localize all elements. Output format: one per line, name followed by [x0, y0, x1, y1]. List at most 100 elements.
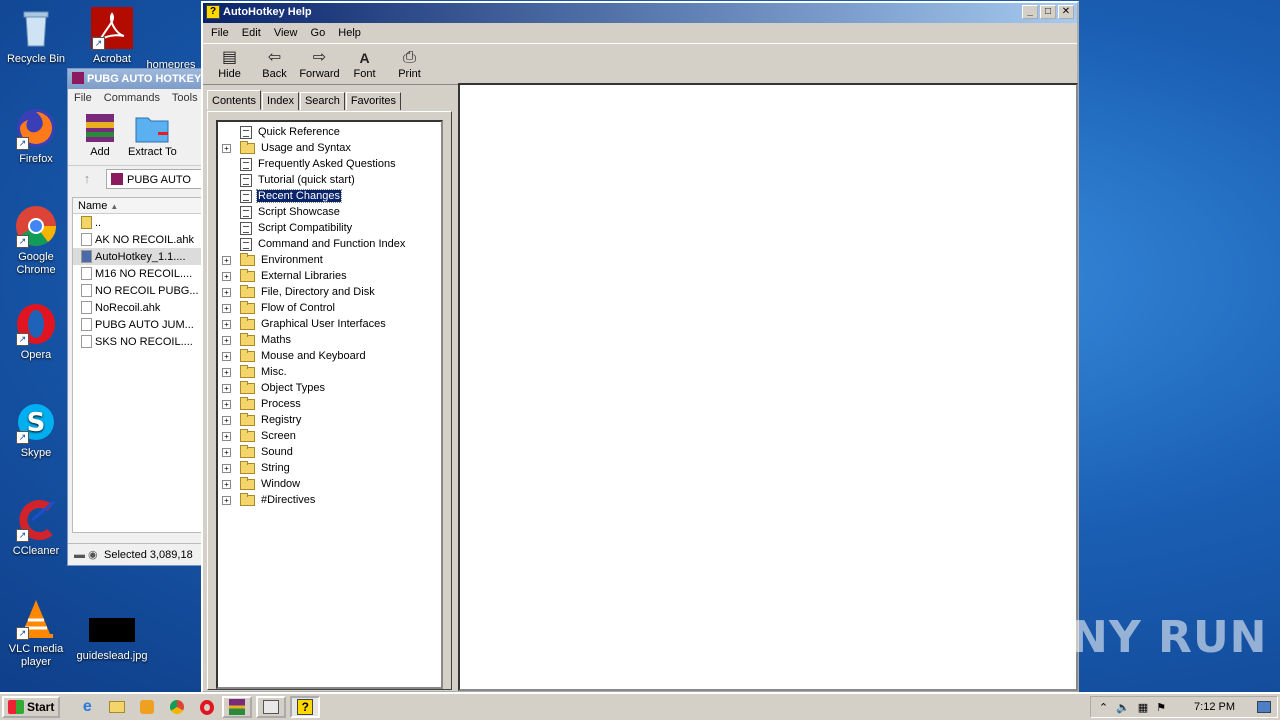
- tree-item[interactable]: + Flow of Control: [218, 300, 441, 316]
- file-row[interactable]: M16 NO RECOIL....: [73, 265, 201, 282]
- tab-index[interactable]: Index: [262, 92, 299, 110]
- up-arrow-icon[interactable]: ↑: [74, 171, 100, 186]
- opera-taskbar-icon[interactable]: [196, 696, 218, 718]
- file-row[interactable]: NO RECOIL PUBG...: [73, 282, 201, 299]
- autohotkey-help-window[interactable]: ? AutoHotkey Help _ □ ✕ File Edit View G…: [201, 1, 1079, 693]
- tree-item[interactable]: + #Directives: [218, 492, 441, 508]
- file-row[interactable]: ..: [73, 214, 201, 231]
- show-desktop-icon[interactable]: [1257, 701, 1271, 713]
- expand-plus-icon[interactable]: +: [222, 319, 231, 329]
- tree-item[interactable]: + Misc.: [218, 364, 441, 380]
- desktop-icon-opera[interactable]: ↗ Opera: [0, 302, 72, 362]
- expand-plus-icon[interactable]: +: [222, 143, 231, 153]
- winrar-menu-file[interactable]: File: [74, 92, 92, 104]
- tree-item[interactable]: + Mouse and Keyboard: [218, 348, 441, 364]
- contents-tree[interactable]: Quick Reference + Usage and Syntax Frequent…: [216, 120, 443, 689]
- tree-item[interactable]: + Window: [218, 476, 441, 492]
- menu-go[interactable]: Go: [311, 27, 326, 39]
- desktop-icon-recycle-bin[interactable]: Recycle Bin: [0, 6, 72, 66]
- tree-item[interactable]: + Sound: [218, 444, 441, 460]
- ie-icon[interactable]: e: [76, 696, 98, 718]
- menu-help[interactable]: Help: [338, 27, 361, 39]
- help-content-pane[interactable]: [458, 83, 1078, 691]
- winrar-titlebar[interactable]: PUBG AUTO HOTKEY: [68, 69, 206, 89]
- desktop-icon-firefox[interactable]: ↗ Firefox: [0, 106, 72, 166]
- explorer-folder-icon[interactable]: [106, 696, 128, 718]
- expand-plus-icon[interactable]: +: [222, 367, 231, 377]
- tree-item[interactable]: + String: [218, 460, 441, 476]
- tree-item[interactable]: + Graphical User Interfaces: [218, 316, 441, 332]
- taskbar-winrar[interactable]: [222, 696, 253, 718]
- media-player-icon[interactable]: [136, 696, 158, 718]
- expand-plus-icon[interactable]: +: [222, 255, 231, 265]
- clock[interactable]: 7:12 PM: [1194, 701, 1235, 713]
- help-titlebar[interactable]: ? AutoHotkey Help _ □ ✕: [203, 3, 1077, 23]
- minimize-button[interactable]: _: [1022, 5, 1038, 19]
- tree-item[interactable]: + Registry: [218, 412, 441, 428]
- tray-expand-icon[interactable]: ⌃: [1099, 701, 1108, 714]
- expand-plus-icon[interactable]: +: [222, 287, 231, 297]
- desktop-icon-google-chrome[interactable]: ↗ Google Chrome: [0, 204, 72, 277]
- winrar-file-list[interactable]: Name ▲ .. AK NO RECOIL.ahk AutoHotkey_1.…: [72, 197, 202, 533]
- file-row[interactable]: SKS NO RECOIL....: [73, 333, 201, 350]
- file-row[interactable]: NoRecoil.ahk: [73, 299, 201, 316]
- tree-item[interactable]: + External Libraries: [218, 268, 441, 284]
- winrar-window[interactable]: PUBG AUTO HOTKEY File Commands Tools Add…: [67, 68, 207, 566]
- volume-icon[interactable]: 🔈: [1116, 701, 1130, 714]
- expand-plus-icon[interactable]: +: [222, 383, 231, 393]
- expand-plus-icon[interactable]: +: [222, 303, 231, 313]
- desktop-icon-acrobat[interactable]: ↗ Acrobat: [76, 6, 148, 66]
- close-button[interactable]: ✕: [1058, 5, 1074, 19]
- column-header-name[interactable]: Name ▲: [73, 198, 201, 214]
- menu-view[interactable]: View: [274, 27, 298, 39]
- taskbar-autohotkey-help[interactable]: ?: [290, 696, 321, 718]
- expand-plus-icon[interactable]: +: [222, 271, 231, 281]
- expand-plus-icon[interactable]: +: [222, 351, 231, 361]
- forward-button[interactable]: ⇨ Forward: [297, 44, 342, 84]
- menu-edit[interactable]: Edit: [242, 27, 261, 39]
- desktop-icon-guideslead[interactable]: guideslead.jpg: [74, 612, 150, 663]
- tree-item[interactable]: Script Showcase: [218, 204, 441, 220]
- tree-item[interactable]: + Maths: [218, 332, 441, 348]
- expand-plus-icon[interactable]: +: [222, 431, 231, 441]
- tree-item[interactable]: + File, Directory and Disk: [218, 284, 441, 300]
- file-row[interactable]: AutoHotkey_1.1....: [73, 248, 201, 265]
- font-button[interactable]: A Font: [342, 44, 387, 84]
- back-button[interactable]: ⇦ Back: [252, 44, 297, 84]
- file-row[interactable]: AK NO RECOIL.ahk: [73, 231, 201, 248]
- desktop-icon-vlc[interactable]: ↗ VLC media player: [0, 596, 72, 669]
- tab-search[interactable]: Search: [299, 92, 345, 110]
- tree-item[interactable]: + Process: [218, 396, 441, 412]
- file-row[interactable]: PUBG AUTO JUM...: [73, 316, 201, 333]
- tree-item[interactable]: + Environment: [218, 252, 441, 268]
- tree-item[interactable]: Quick Reference: [218, 124, 441, 140]
- tree-item[interactable]: + Usage and Syntax: [218, 140, 441, 156]
- tree-item[interactable]: Tutorial (quick start): [218, 172, 441, 188]
- start-button[interactable]: Start: [2, 696, 61, 718]
- tab-contents[interactable]: Contents: [207, 90, 262, 110]
- action-center-flag-icon[interactable]: ⚑: [1156, 701, 1166, 714]
- tree-item[interactable]: + Object Types: [218, 380, 441, 396]
- tree-item[interactable]: Command and Function Index: [218, 236, 441, 252]
- menu-file[interactable]: File: [211, 27, 229, 39]
- expand-plus-icon[interactable]: +: [222, 447, 231, 457]
- expand-plus-icon[interactable]: +: [222, 335, 231, 345]
- tab-favorites[interactable]: Favorites: [345, 92, 402, 110]
- winrar-menu-tools[interactable]: Tools: [172, 92, 198, 104]
- expand-plus-icon[interactable]: +: [222, 415, 231, 425]
- chrome-taskbar-icon[interactable]: [166, 696, 188, 718]
- tree-item[interactable]: Frequently Asked Questions: [218, 156, 441, 172]
- expand-plus-icon[interactable]: +: [222, 463, 231, 473]
- address-field[interactable]: PUBG AUTO: [106, 168, 206, 189]
- tree-item[interactable]: Recent Changes: [218, 188, 441, 204]
- add-button[interactable]: Add: [82, 109, 118, 165]
- maximize-button[interactable]: □: [1040, 5, 1056, 19]
- expand-plus-icon[interactable]: +: [222, 399, 231, 409]
- tree-item[interactable]: + Screen: [218, 428, 441, 444]
- tree-item[interactable]: Script Compatibility: [218, 220, 441, 236]
- hide-button[interactable]: ▤ Hide: [207, 44, 252, 84]
- print-button[interactable]: ⎙ Print: [387, 44, 432, 84]
- expand-plus-icon[interactable]: +: [222, 495, 231, 505]
- extract-to-button[interactable]: Extract To: [128, 109, 177, 165]
- desktop-icon-ccleaner[interactable]: ↗ CCleaner: [0, 498, 72, 558]
